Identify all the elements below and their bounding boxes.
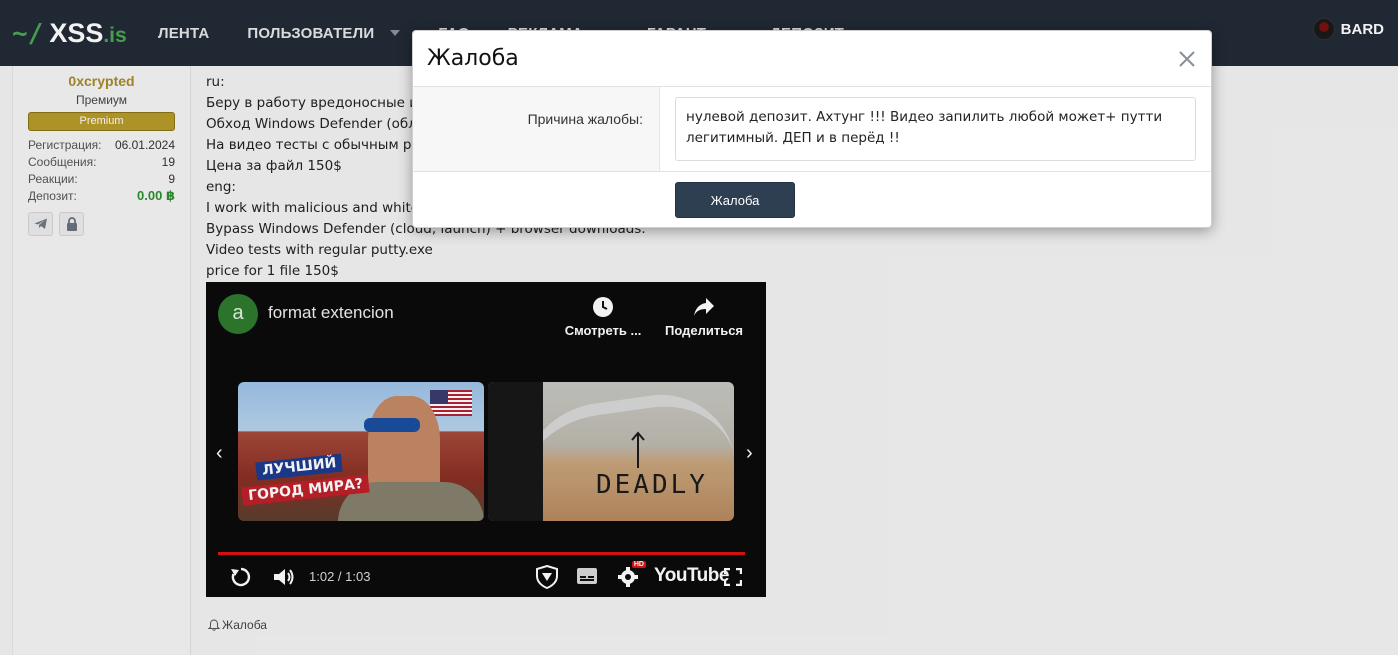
premium-badge: Premium xyxy=(28,112,175,131)
bell-icon xyxy=(208,619,220,631)
embedded-video-player[interactable]: a format extencion Смотреть ... Поделить… xyxy=(206,282,766,597)
submit-report-button[interactable]: Жалоба xyxy=(675,182,795,218)
site-logo[interactable]: ~/ XSS .is xyxy=(12,18,158,49)
fullscreen-icon[interactable] xyxy=(724,568,742,586)
deposit-value: 0.00 ฿ xyxy=(137,187,175,203)
thumbnail-caption: DEADLY xyxy=(596,470,708,500)
channel-avatar[interactable]: a xyxy=(218,294,258,334)
us-flag-icon xyxy=(430,390,472,416)
nav-username: BARD xyxy=(1340,20,1384,38)
telegram-icon[interactable] xyxy=(28,212,53,236)
dialog-title: Жалоба xyxy=(427,46,519,71)
logo-prefix: ~/ xyxy=(12,18,44,49)
avatar xyxy=(1312,18,1335,40)
nav-user-menu[interactable]: BARD xyxy=(1312,18,1384,40)
shield-icon[interactable] xyxy=(536,565,558,589)
user-profile-sidebar: 0xcrypted Премиум Premium Регистрация: 06… xyxy=(12,66,191,655)
profile-stats: Регистрация: 06.01.2024 Сообщения: 19 Реак… xyxy=(28,136,175,204)
stat-row: Сообщения: 19 xyxy=(28,154,175,169)
watch-later-button[interactable]: Смотреть ... xyxy=(558,294,648,338)
youtube-logo[interactable]: YouTube xyxy=(654,565,729,587)
close-icon[interactable] xyxy=(1177,49,1197,69)
video-title[interactable]: format extencion xyxy=(268,303,394,323)
dialog-footer: Жалоба xyxy=(413,172,1211,228)
nav-item-users[interactable]: ПОЛЬЗОВАТЕЛИ xyxy=(247,25,401,42)
dialog-body: Причина жалобы: нулевой депозит. Ахтунг … xyxy=(413,87,1211,172)
chevron-left-icon[interactable]: ‹ xyxy=(216,442,223,465)
video-controls: 1:02 / 1:03 HD YouTube xyxy=(206,560,766,594)
arrow-up-icon xyxy=(631,431,645,468)
clock-icon xyxy=(558,294,648,320)
chevron-down-icon[interactable] xyxy=(390,30,401,36)
chevron-right-icon[interactable]: › xyxy=(746,442,753,465)
lock-icon[interactable] xyxy=(59,212,84,236)
post-line: Video tests with regular putty.exe xyxy=(206,242,433,258)
nav-item-feed[interactable]: ЛЕНТА xyxy=(158,25,209,42)
stat-row: Депозит: 0.00 ฿ xyxy=(28,187,175,203)
report-link[interactable]: Жалоба xyxy=(208,618,267,632)
post-line: price for 1 file 150$ xyxy=(206,263,339,279)
replay-icon[interactable] xyxy=(230,566,252,588)
share-button[interactable]: Поделиться xyxy=(659,294,749,338)
report-dialog: Жалоба Причина жалобы: нулевой депозит. … xyxy=(412,30,1212,228)
related-video-thumbnail[interactable]: ЛУЧШИЙ ГОРОД МИРА? xyxy=(238,382,484,521)
share-icon xyxy=(659,294,749,320)
subtitles-icon[interactable] xyxy=(577,568,597,584)
related-video-thumbnail[interactable]: DEADLY xyxy=(488,382,734,521)
progress-bar[interactable] xyxy=(218,552,746,555)
stat-row: Регистрация: 06.01.2024 xyxy=(28,137,175,152)
reason-textarea[interactable]: нулевой депозит. Ахтунг !!! Видео запили… xyxy=(675,97,1196,161)
profile-username[interactable]: 0xcrypted xyxy=(13,73,190,89)
video-time: 1:02 / 1:03 xyxy=(309,569,371,584)
dialog-header: Жалоба xyxy=(413,31,1211,87)
thumbnail-caption: ЛУЧШИЙ xyxy=(255,453,344,481)
volume-icon[interactable] xyxy=(272,566,296,588)
logo-main: XSS xyxy=(49,17,104,48)
logo-tld: .is xyxy=(103,23,127,47)
settings-gear-icon[interactable]: HD xyxy=(616,561,646,589)
reason-label: Причина жалобы: xyxy=(413,87,660,171)
profile-title: Премиум xyxy=(75,93,128,107)
hd-badge: HD xyxy=(631,561,646,568)
stat-row: Реакции: 9 xyxy=(28,171,175,186)
